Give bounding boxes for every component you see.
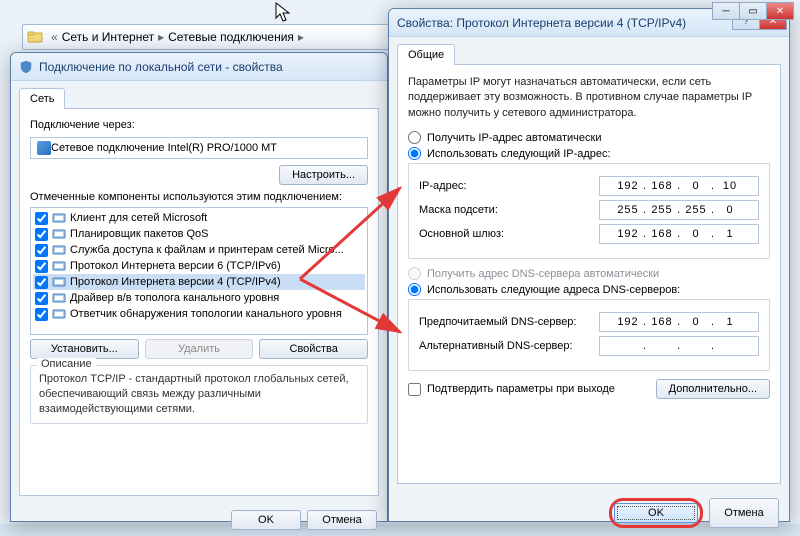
components-label: Отмеченные компоненты используются этим … <box>30 191 368 203</box>
components-listbox[interactable]: Клиент для сетей Microsoft Планировщик па… <box>30 207 368 335</box>
preferred-dns-input[interactable]: 192.168.0.1 <box>599 312 759 332</box>
breadcrumb-separator: ▸ <box>158 30 164 44</box>
component-checkbox[interactable] <box>35 212 48 225</box>
component-item[interactable]: Ответчик обнаружения топологии канальног… <box>33 306 365 322</box>
component-checkbox[interactable] <box>35 292 48 305</box>
properties-button[interactable]: Свойства <box>259 339 368 359</box>
protocol-icon <box>52 227 66 241</box>
uninstall-button[interactable]: Удалить <box>145 339 254 359</box>
subnet-mask-input[interactable]: 255.255.255.0 <box>599 200 759 220</box>
component-item[interactable]: Служба доступа к файлам и принтерам сете… <box>33 242 365 258</box>
preferred-dns-label: Предпочитаемый DNS-сервер: <box>419 316 599 328</box>
adapter-field: Сетевое подключение Intel(R) PRO/1000 MT <box>30 137 368 159</box>
radio-dns-manual[interactable]: Использовать следующие адреса DNS-сервер… <box>408 283 770 296</box>
validate-on-exit-checkbox[interactable]: Подтвердить параметры при выходе <box>408 383 615 396</box>
ip-group: IP-адрес: 192.168.0.10 Маска подсети: 25… <box>408 163 770 259</box>
component-label: Ответчик обнаружения топологии канальног… <box>70 308 342 320</box>
radio-dns-auto: Получить адрес DNS-сервера автоматически <box>408 267 770 280</box>
protocol-icon <box>52 259 66 273</box>
intro-text: Параметры IP могут назначаться автоматич… <box>408 75 770 121</box>
ip-octet[interactable]: 1 <box>716 228 744 240</box>
protocol-icon <box>52 243 66 257</box>
alternate-dns-input[interactable]: ... <box>599 336 759 356</box>
install-button[interactable]: Установить... <box>30 339 139 359</box>
breadcrumb-network[interactable]: Сеть и Интернет <box>62 30 154 44</box>
breadcrumb-separator: ▸ <box>298 30 304 44</box>
ok-button[interactable]: OK <box>614 503 698 523</box>
component-checkbox[interactable] <box>35 260 48 273</box>
description-legend: Описание <box>37 358 96 370</box>
connect-via-label: Подключение через: <box>30 119 368 131</box>
protocol-icon <box>52 211 66 225</box>
ip-octet[interactable]: 192 <box>614 316 642 328</box>
configure-button[interactable]: Настроить... <box>279 165 368 185</box>
ip-octet[interactable]: 0 <box>716 204 744 216</box>
dialog-titlebar[interactable]: Подключение по локальной сети - свойства <box>11 53 387 81</box>
component-label: Драйвер в/в тополога канального уровня <box>70 292 279 304</box>
component-checkbox[interactable] <box>35 228 48 241</box>
ip-octet[interactable]: 0 <box>682 228 710 240</box>
ip-octet[interactable]: 168 <box>648 228 676 240</box>
component-checkbox[interactable] <box>35 308 48 321</box>
folder-icon <box>27 29 43 45</box>
alternate-dns-label: Альтернативный DNS-сервер: <box>419 340 599 352</box>
ip-octet[interactable]: 10 <box>716 180 744 192</box>
protocol-icon <box>52 275 66 289</box>
component-checkbox[interactable] <box>35 244 48 257</box>
close-button[interactable]: ✕ <box>766 2 794 20</box>
component-item[interactable]: Клиент для сетей Microsoft <box>33 210 365 226</box>
ip-octet[interactable]: 168 <box>648 316 676 328</box>
minimize-button[interactable]: ─ <box>712 2 740 20</box>
tab-general[interactable]: Общие <box>397 44 455 65</box>
component-label: Протокол Интернета версии 4 (TCP/IPv4) <box>70 276 281 288</box>
ip-octet[interactable]: 168 <box>648 180 676 192</box>
maximize-button[interactable]: ▭ <box>739 2 767 20</box>
ip-octet[interactable]: 0 <box>682 180 710 192</box>
ip-octet[interactable]: 192 <box>614 180 642 192</box>
dialog-title: Подключение по локальной сети - свойства <box>39 60 283 74</box>
component-item[interactable]: Драйвер в/в тополога канального уровня <box>33 290 365 306</box>
ip-octet[interactable]: 255 <box>648 204 676 216</box>
breadcrumb-connections[interactable]: Сетевые подключения <box>168 30 294 44</box>
description-text: Протокол TCP/IP - стандартный протокол г… <box>39 372 359 417</box>
ip-octet[interactable]: 255 <box>682 204 710 216</box>
protocol-icon <box>52 307 66 321</box>
ipv4-properties-dialog: Свойства: Протокол Интернета версии 4 (T… <box>388 8 790 522</box>
advanced-button[interactable]: Дополнительно... <box>656 379 770 399</box>
component-item[interactable]: Протокол Интернета версии 6 (TCP/IPv6) <box>33 258 365 274</box>
radio-ip-manual[interactable]: Использовать следующий IP-адрес: <box>408 147 770 160</box>
gateway-label: Основной шлюз: <box>419 228 599 240</box>
component-label: Клиент для сетей Microsoft <box>70 212 207 224</box>
ip-address-label: IP-адрес: <box>419 180 599 192</box>
ip-octet[interactable]: 1 <box>716 316 744 328</box>
component-checkbox[interactable] <box>35 276 48 289</box>
component-item[interactable]: Протокол Интернета версии 4 (TCP/IPv4) <box>33 274 365 290</box>
ip-octet[interactable]: 192 <box>614 228 642 240</box>
dns-group: Предпочитаемый DNS-сервер: 192.168.0.1 А… <box>408 299 770 371</box>
adapter-name: Сетевое подключение Intel(R) PRO/1000 MT <box>51 142 277 154</box>
ok-button[interactable]: OK <box>231 510 301 530</box>
dialog-title: Свойства: Протокол Интернета версии 4 (T… <box>397 16 686 30</box>
ip-octet[interactable]: 0 <box>682 316 710 328</box>
gateway-input[interactable]: 192.168.0.1 <box>599 224 759 244</box>
component-item[interactable]: Планировщик пакетов QoS <box>33 226 365 242</box>
ip-octet[interactable]: 255 <box>614 204 642 216</box>
tab-network[interactable]: Сеть <box>19 88 65 109</box>
ip-address-input[interactable]: 192.168.0.10 <box>599 176 759 196</box>
nic-icon <box>37 141 51 155</box>
component-label: Планировщик пакетов QoS <box>70 228 209 240</box>
subnet-mask-label: Маска подсети: <box>419 204 599 216</box>
protocol-icon <box>52 291 66 305</box>
component-label: Протокол Интернета версии 6 (TCP/IPv6) <box>70 260 281 272</box>
chevron-right-icon: « <box>51 30 58 44</box>
component-label: Служба доступа к файлам и принтерам сете… <box>70 244 344 256</box>
connection-properties-dialog: Подключение по локальной сети - свойства… <box>10 52 388 522</box>
shield-icon <box>19 60 33 74</box>
cancel-button[interactable]: Отмена <box>307 510 377 530</box>
radio-ip-auto[interactable]: Получить IP-адрес автоматически <box>408 131 770 144</box>
